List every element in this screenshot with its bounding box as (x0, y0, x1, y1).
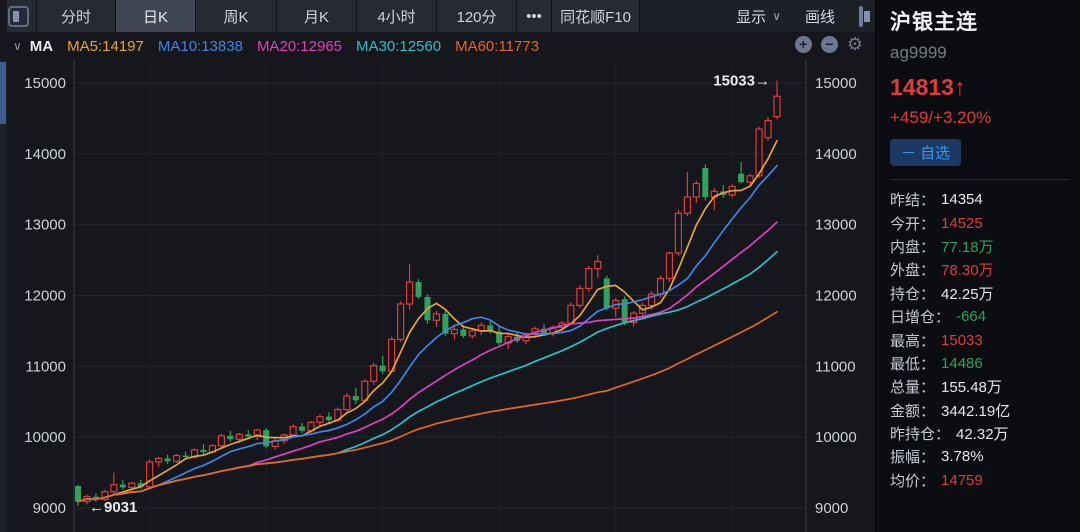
quote-stat-row: 持仓：42.25万 (890, 282, 1070, 305)
panel-toggle-icon (859, 6, 863, 27)
svg-text:14000: 14000 (24, 146, 66, 163)
divider (890, 179, 1070, 180)
svg-text:13000: 13000 (815, 217, 857, 234)
svg-text:10000: 10000 (24, 429, 66, 446)
remove-watchlist-button[interactable]: － 自选 (890, 139, 961, 166)
zoom-in-button[interactable]: + (795, 36, 812, 53)
ma-indicator-row: ∨ MA MA5:14197 MA10:13838 MA20:12965 MA30:1… (7, 32, 875, 60)
svg-text:←9031: ←9031 (89, 499, 137, 516)
svg-text:11000: 11000 (25, 358, 66, 375)
ma-legend-item: MA60:11773 (455, 38, 539, 55)
quote-stat-row: 昨结：14354 (890, 188, 1070, 211)
svg-text:12000: 12000 (815, 288, 857, 305)
quote-stat-row: 内盘：77.18万 (890, 235, 1070, 258)
svg-text:12000: 12000 (24, 288, 66, 305)
left-edge-strip (0, 0, 7, 532)
quote-stat-row: 最低：14486 (890, 352, 1070, 375)
tab-minute[interactable]: 分时 (37, 0, 116, 32)
svg-text:13000: 13000 (24, 217, 66, 234)
settings-gear-icon[interactable]: ⚙ (847, 35, 863, 53)
tab-more[interactable]: ••• (517, 0, 552, 32)
quote-stat-row: 振幅：3.78% (890, 445, 1070, 468)
right-panel-toggle-button[interactable] (859, 8, 863, 25)
svg-text:14000: 14000 (815, 146, 857, 163)
display-dropdown-label: 显示 (736, 6, 766, 27)
svg-text:15033→: 15033→ (713, 73, 770, 90)
chart-toolbar: 分时日K周K月K4小时120分•••同花顺F10 显示 ∨ 画线 (0, 0, 875, 32)
draw-line-button[interactable]: 画线 (805, 6, 835, 27)
tab-4hour[interactable]: 4小时 (357, 0, 437, 32)
display-dropdown[interactable]: 显示 ∨ (736, 6, 781, 27)
svg-text:9000: 9000 (815, 500, 848, 517)
tab-ths-f10[interactable]: 同花顺F10 (552, 0, 640, 32)
ma-legend-item: MA20:12965 (257, 38, 342, 55)
candlestick-chart[interactable]: 15000 15000 14000 14000 13000 13000 12000 12000… (0, 60, 875, 532)
ma-collapse-chevron-icon[interactable]: ∨ (13, 39, 22, 53)
ma-legend-item: MA30:12560 (356, 38, 441, 55)
quote-stat-row: 金额：3442.19亿 (890, 399, 1070, 422)
price-change: +459/+3.20% (890, 108, 1070, 128)
quote-panel: 沪银主连 ag9999 14813↑ +459/+3.20% － 自选 昨结：1… (875, 0, 1080, 532)
instrument-title: 沪银主连 (890, 6, 1070, 36)
quote-stat-row: 均价：14759 (890, 469, 1070, 492)
zoom-out-button[interactable]: − (821, 36, 838, 53)
svg-text:15000: 15000 (815, 75, 857, 92)
svg-text:11000: 11000 (815, 358, 856, 375)
quote-stat-row: 日增仓：-664 (890, 305, 1070, 328)
quote-stat-row: 今开：14525 (890, 211, 1070, 234)
tab-daily-k[interactable]: 日K (116, 0, 196, 32)
instrument-code: ag9999 (890, 43, 1070, 63)
quote-stat-row: 总量：155.48万 (890, 375, 1070, 398)
panel-toggle-icon (8, 6, 29, 27)
quote-stat-row: 外盘：78.30万 (890, 258, 1070, 281)
trading-app-window: 分时日K周K月K4小时120分•••同花顺F10 显示 ∨ 画线 ∨ MA MA… (0, 0, 1080, 532)
tab-120min[interactable]: 120分 (437, 0, 517, 32)
svg-text:10000: 10000 (815, 429, 857, 446)
last-price: 14813↑ (890, 74, 1070, 101)
quote-stat-row: 昨持仓：42.32万 (890, 422, 1070, 445)
quote-stat-row: 最高：15033 (890, 328, 1070, 351)
chevron-down-icon: ∨ (772, 9, 781, 23)
ma-indicator-title: MA (30, 38, 53, 55)
tab-weekly-k[interactable]: 周K (196, 0, 277, 32)
svg-text:15000: 15000 (24, 75, 66, 92)
quote-stats-list: 昨结：14354今开：14525内盘：77.18万外盘：78.30万持仓：42.… (890, 188, 1070, 492)
tab-monthly-k[interactable]: 月K (277, 0, 357, 32)
ma-legend-item: MA10:13838 (158, 38, 243, 55)
svg-text:9000: 9000 (33, 500, 66, 517)
ma-legend-item: MA5:14197 (67, 38, 144, 55)
